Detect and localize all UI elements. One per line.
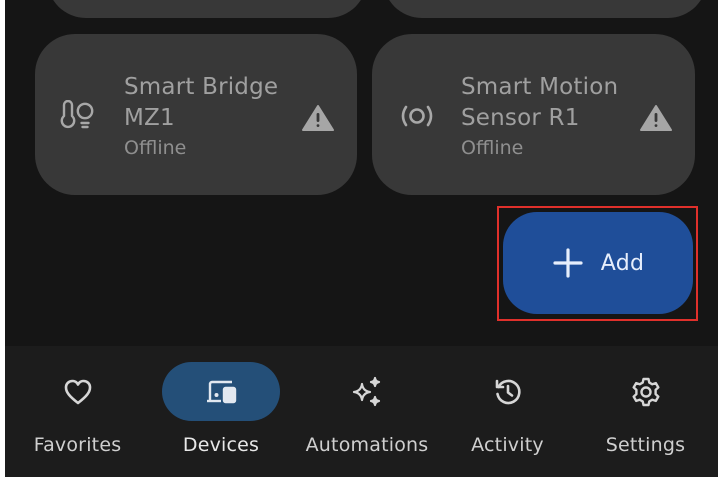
bottom-navigation: Favorites Devices Automations Activity S… [5,346,718,477]
history-icon [493,377,523,407]
devices-icon [204,379,238,405]
warning-icon [301,104,335,132]
device-card-partial[interactable] [47,0,367,18]
device-status: Offline [461,137,524,159]
plus-icon [552,247,584,279]
device-name-line2: MZ1 [124,105,175,131]
device-card-smart-bridge[interactable]: Smart Bridge MZ1 Offline [35,34,357,195]
nav-item-activity[interactable]: Activity [442,346,573,477]
nav-label-favorites: Favorites [33,434,122,456]
heart-icon [63,378,93,406]
device-card-partial[interactable] [383,0,707,18]
nav-icon-container [308,362,426,421]
warning-icon [639,104,673,132]
nav-item-settings[interactable]: Settings [573,346,718,477]
nav-icon-container [587,362,705,421]
devices-screen: Smart Bridge MZ1 Offline Smart Motion Se… [5,0,718,477]
device-card-smart-motion-sensor[interactable]: Smart Motion Sensor R1 Offline [372,34,695,195]
nav-item-devices[interactable]: Devices [150,346,292,477]
gear-icon [630,376,662,408]
device-status: Offline [124,137,187,159]
nav-icon-container [449,362,567,421]
nav-label-activity: Activity [471,434,544,456]
device-name-line2: Sensor R1 [461,105,580,131]
motion-sensor-icon [398,100,436,132]
device-name-line1: Smart Bridge [124,74,279,100]
add-device-button[interactable]: Add [503,212,693,314]
nav-label-devices: Devices [182,434,260,456]
device-name-line1: Smart Motion [461,74,619,100]
bridge-icon [57,100,97,132]
add-button-label: Add [600,250,645,276]
nav-icon-container [19,362,137,421]
sparkle-icon [351,376,383,408]
nav-item-favorites[interactable]: Favorites [5,346,150,477]
nav-label-automations: Automations [305,434,429,456]
nav-icon-container-active [162,362,280,421]
nav-item-automations[interactable]: Automations [292,346,442,477]
nav-label-settings: Settings [605,434,686,456]
